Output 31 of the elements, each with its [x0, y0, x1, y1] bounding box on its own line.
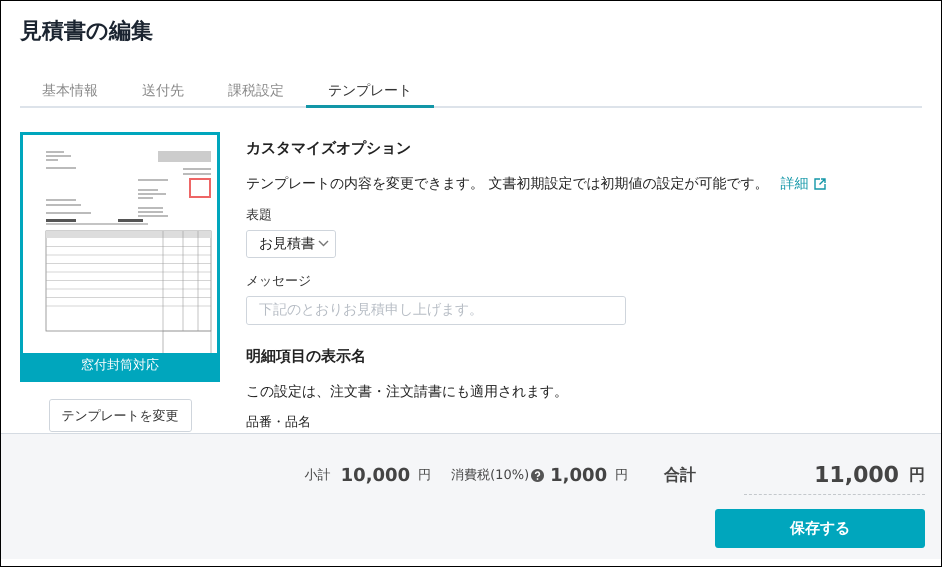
tab[interactable]: テンプレート: [306, 77, 434, 108]
note-text: この設定は、注文書・注文請書にも適用されます。: [246, 383, 568, 402]
external-link-icon: [814, 178, 826, 190]
currency-unit: 円: [909, 464, 925, 486]
tax-amount: 1,000: [550, 464, 608, 486]
tab[interactable]: 送付先: [120, 77, 206, 108]
section-heading: カスタマイズオプション: [246, 138, 411, 159]
field-label: 品番・品名: [246, 414, 311, 432]
template-preview-card[interactable]: 窓付封筒対応: [20, 132, 220, 382]
tab[interactable]: 基本情報: [20, 77, 120, 108]
tax-label: 消費税(10%): [451, 467, 530, 484]
currency-unit: 円: [418, 467, 432, 484]
description-text: テンプレートの内容を変更できます。 文書初期設定では初期値の設定が可能です。: [246, 175, 768, 194]
field-label: メッセージ: [246, 272, 311, 291]
help-icon[interactable]: [531, 468, 544, 482]
field-label: 表題: [246, 207, 272, 225]
page-title: 見積書の編集: [20, 18, 154, 46]
section-heading: 明細項目の表示名: [246, 346, 366, 367]
title-select[interactable]: お見積書: [246, 230, 336, 258]
subtotal-label: 小計: [304, 467, 331, 484]
total-label: 合計: [664, 464, 696, 486]
message-field[interactable]: 下記のとおりお見積申し上げます。: [246, 296, 626, 325]
template-caption: 窓付封筒対応: [23, 353, 217, 379]
save-button[interactable]: 保存する: [715, 509, 925, 548]
subtotal-amount: 10,000: [340, 464, 410, 486]
tab[interactable]: 課税設定: [206, 77, 306, 108]
chevron-down-icon: [318, 240, 329, 248]
total-amount: 11,000: [814, 462, 899, 488]
change-template-button[interactable]: テンプレートを変更: [48, 399, 192, 432]
detail-link[interactable]: 詳細: [780, 173, 826, 195]
currency-unit: 円: [615, 467, 628, 484]
